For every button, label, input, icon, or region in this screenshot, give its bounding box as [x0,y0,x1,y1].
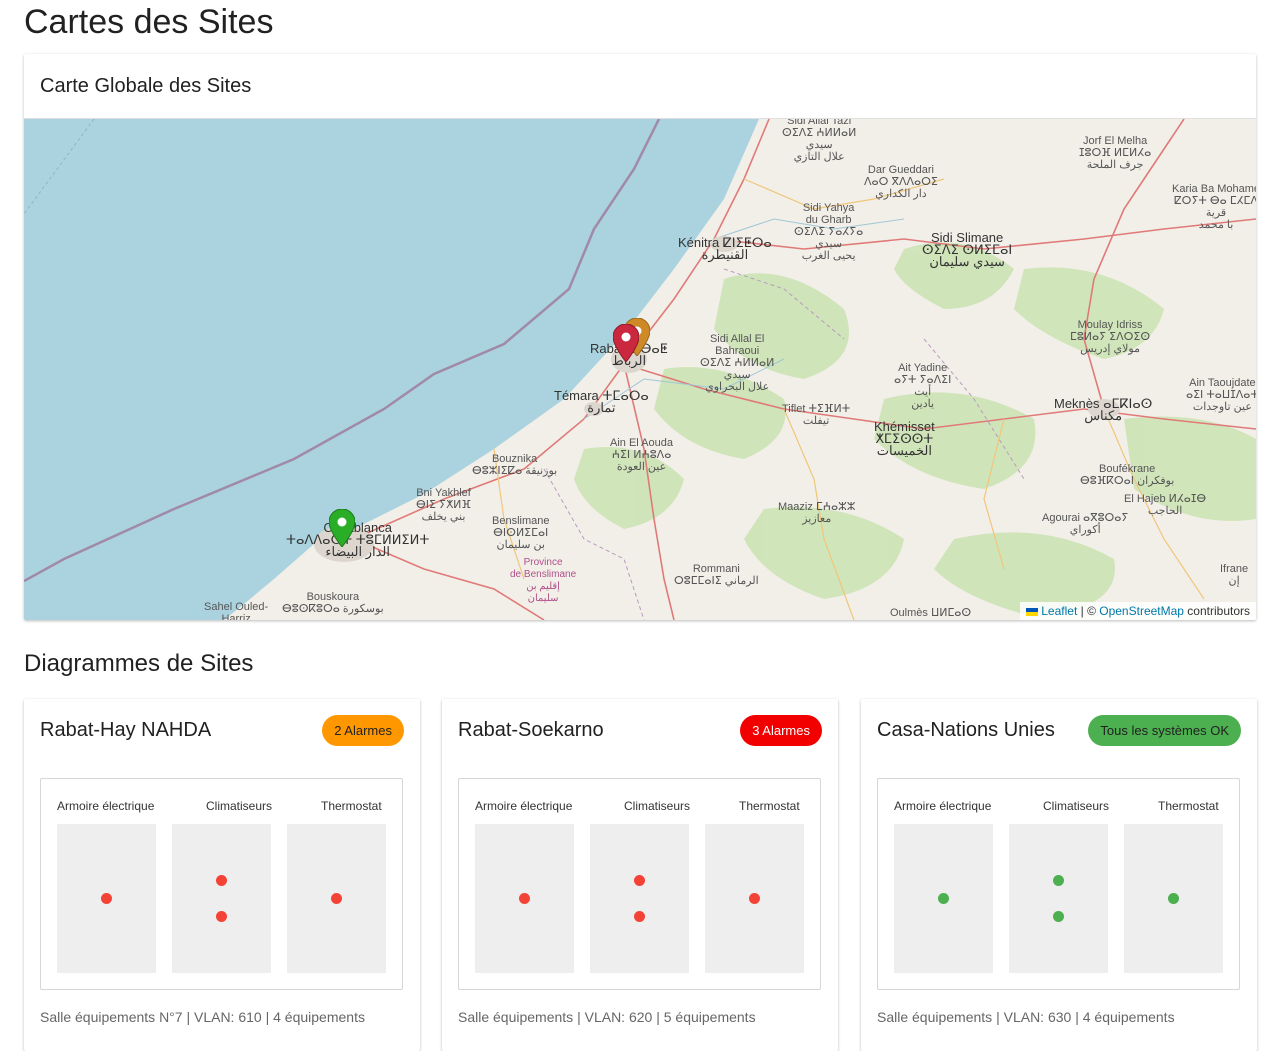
equipment-column-label: Armoire électrique [894,799,992,813]
equipment-box[interactable] [894,824,993,973]
map-label-sidi-slimane: Sidi Slimane ⵙⵉⴷⵉ ⵙⵍⵉⵎⴰⵏ سيدي سليمان [922,230,1013,269]
map-label-karia-ba-mohamed: Karia Ba Mohame ⵇⵔⵢⵜ ⴱⴰ ⵎⵃⵎⴷ قرية با محمد [1172,183,1256,231]
map-label-temara: Témara ⵜⵎⴰⵔⴰ تمارة [554,388,649,415]
status-badge: Tous les systèmes OK [1088,715,1241,746]
site-name: Rabat-Soekarno [458,719,604,741]
equipment-column-label: Thermostat [739,799,800,813]
equipment-column-label: Thermostat [321,799,382,813]
map-attribution: Leaflet | © OpenStreetMap contributors [1020,602,1256,620]
map-label-tiflet: Tiflet ⵜⵉⴼⵍⵜ تيفلت [782,403,851,427]
status-dot-red[interactable] [216,911,227,922]
attribution-separator: | © [1077,604,1100,618]
status-badge: 3 Alarmes [740,715,822,746]
page-title: Cartes des Sites [24,3,274,41]
status-dot-green[interactable] [1053,911,1064,922]
map-label-agourai: Agourai ⴰⴳⵓⵔⴰⵢ أكوراي [1042,512,1129,536]
map-label-khemisset: Khémisset ⵅⵎⵉⵙⵙⵜ الخميسات [874,419,935,458]
map-marker-green-icon[interactable] [329,509,355,547]
site-diagram: Armoire électrique Climatiseurs Thermostat [458,778,821,990]
site-card: Casa-Nations Unies Tous les systèmes OK Ar… [861,699,1257,1051]
status-dot-red[interactable] [331,893,342,904]
map-label-maaziz: Maaziz ⵎⵄⴰⵣⵣ معازيز [778,501,856,525]
openstreetmap-link[interactable]: OpenStreetMap [1099,604,1184,618]
equipment-box[interactable] [57,824,156,973]
map-label-boufekrane: Boufékrane ⴱⵓⴼⴽⵔⴰⵏ بوفكران [1080,463,1175,487]
equipment-column-label: Climatiseurs [206,799,273,813]
status-dot-red[interactable] [634,875,645,886]
equipment-box[interactable] [590,824,689,973]
site-diagram: Armoire électrique Climatiseurs Thermostat [877,778,1240,990]
equipment-box[interactable] [1124,824,1223,973]
equipment-box[interactable] [172,824,271,973]
map-label-benslimane: Benslimane ⴱⵏⵙⵍⵉⵎⴰⵏ بن سليمان [492,515,550,551]
site-footer: Salle équipements N°7 | VLAN: 610 | 4 éq… [40,1009,365,1025]
map-marker-red-icon[interactable] [613,324,639,362]
equipment-column-label: Climatiseurs [1043,799,1110,813]
equipment-box[interactable] [1009,824,1108,973]
equipment-column-label: Climatiseurs [624,799,691,813]
status-badge: 2 Alarmes [322,715,404,746]
site-footer: Salle équipements | VLAN: 630 | 4 équipe… [877,1009,1175,1025]
map-label-sidi-yahya: Sidi Yahya du Gharb ⵙⵉⴷⵉ ⵢⴰⵃⵢⴰ سيدي يحيى الغ… [794,202,864,262]
map-label-casablanca: Casablanca ⵜⴰⴷⴷⴰⵔⵜ ⵜⵓⵎⵍⵍⵉⵍⵜ الدار البيضاء [286,520,430,559]
map-label-el-hajeb: El Hajeb ⵍⵃⴰⵊⴱ الحاجب [1124,493,1207,517]
attribution-suffix: contributors [1183,604,1250,618]
map-label-province-benslimane: Province de Benslimane إقليم بن سليمان [510,557,577,604]
map-tiles [24,119,1256,620]
status-dot-green[interactable] [938,893,949,904]
map-label-ait-yadine: Ait Yadine ⴰⵢⵜ ⵢⴰⴷⵉⵏ أيت يادين [894,362,952,410]
map-label-ain-el-aouda: Ain El Aouda ⵄⵉⵏ ⵍⵄⵓⴷⴰ عين العودة [610,437,673,473]
ukraine-flag-icon [1026,607,1039,616]
site-diagram: Armoire électrique Climatiseurs Thermostat [40,778,403,990]
status-dot-red[interactable] [749,893,760,904]
map-label-dar-gueddari: Dar Gueddari ⴷⴰⵔ ⴳⴷⴷⴰⵔⵉ دار الكداري [864,164,938,200]
map-card: Carte Globale des Sites Sidi Allal Tazi … [24,54,1256,620]
equipment-box[interactable] [475,824,574,973]
map-card-header: Carte Globale des Sites [24,54,1256,119]
map-label-rommani: Rommani ⵔⵓⵎⵎⴰⵏⵉ الرماني [674,563,759,587]
sites-map[interactable]: Sidi Allal Tazi ⵙⵉⴷⵉ ⵄⵍⵍⴰⵍ سيدي علال التازي… [24,119,1256,620]
equipment-column-label: Armoire électrique [57,799,155,813]
map-label-sidi-allal-bahraoui: Sidi Allal El Bahraoui ⵙⵉⴷⵉ ⵄⵍⵍⴰⵍ سيدي علال … [700,333,775,393]
status-dot-red[interactable] [216,875,227,886]
map-label-meknes: Meknès ⴰⵎⴽⵏⴰⵙ مكناس [1054,396,1153,423]
site-card: Rabat-Hay NAHDA 2 Alarmes Armoire électriq… [24,699,420,1051]
section-title: Diagrammes de Sites [24,650,254,677]
equipment-column-label: Armoire électrique [475,799,573,813]
site-footer: Salle équipements | VLAN: 620 | 5 équipe… [458,1009,756,1025]
equipment-box[interactable] [705,824,804,973]
map-label-sahel-ouled-harriz: Sahel Ouled- Harriz [204,601,269,620]
map-label-bni-yakhlef: Bni Yakhlef ⴱⵏⵉ ⵢⵅⵍⴼ بني يخلف [416,487,472,523]
status-dot-green[interactable] [1053,875,1064,886]
equipment-column-label: Thermostat [1158,799,1219,813]
map-label-bouznika: Bouznika ⴱⵓⵣⵏⵉⵇⴰ بوزنيقة [472,453,558,477]
map-label-oulmes: Oulmès ⵡⵍⵎⴰⵙ [890,607,972,619]
leaflet-link[interactable]: Leaflet [1041,604,1077,618]
site-name: Casa-Nations Unies [877,719,1055,741]
map-label-ifrane: Ifrane إن [1220,563,1249,587]
site-name: Rabat-Hay NAHDA [40,719,212,741]
status-dot-green[interactable] [1168,893,1179,904]
map-label-kenitra: Kénitra ⵇⵏⵉⵟⵔⴰ القنيطرة [678,235,772,262]
map-label-moulay-idriss: Moulay Idriss ⵎⵓⵍⴰⵢ ⵉⴷⵔⵉⵙ مولاي إدريس [1070,319,1151,355]
site-card: Rabat-Soekarno 3 Alarmes Armoire électriqu… [442,699,838,1051]
status-dot-red[interactable] [101,893,112,904]
status-dot-red[interactable] [519,893,530,904]
equipment-box[interactable] [287,824,386,973]
map-label-ain-taoujdate: Ain Taoujdate ⴰⵉⵏ ⵜⴰⵡⵊⴷⴰⵜ عين تاوجدات [1186,377,1256,413]
map-label-bouskoura: Bouskoura ⴱⵓⵙⴽⵓⵔⴰ بوسكورة [282,591,384,615]
map-label-sidi-allal-tazi: Sidi Allal Tazi ⵙⵉⴷⵉ ⵄⵍⵍⴰⵍ سيدي علال التازي [782,119,857,163]
map-card-title: Carte Globale des Sites [40,74,252,97]
map-label-jorf-el-melha: Jorf El Melha ⵊⵓⵔⴼ ⵍⵎⵍⵃⴰ جرف الملحة [1079,135,1152,171]
status-dot-red[interactable] [634,911,645,922]
